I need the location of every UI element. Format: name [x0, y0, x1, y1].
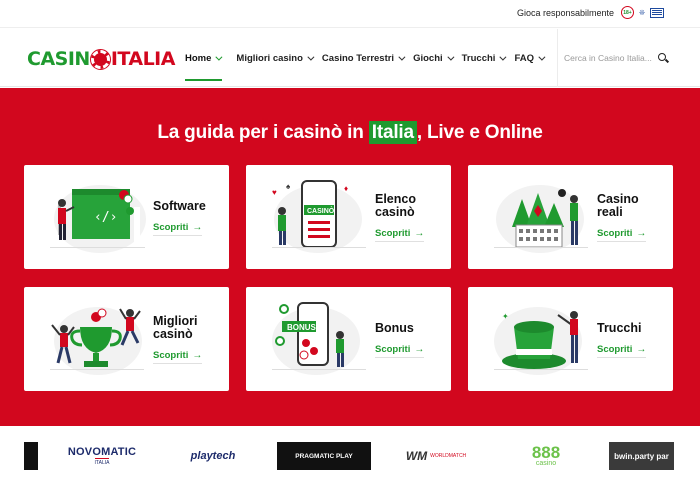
partner-name: bwin.party par — [614, 451, 669, 461]
logo-text-right: ITALIA — [110, 48, 176, 70]
cta-label: Scopriti — [597, 344, 633, 355]
chevron-down-icon — [307, 53, 315, 61]
arrow-right-icon: → — [192, 222, 203, 233]
site-header: CASIN ITALIA Home Migliori casino Casino… — [0, 29, 700, 87]
partner-sub: WORLDMATCH — [430, 453, 467, 459]
site-logo[interactable]: CASIN ITALIA — [27, 48, 175, 70]
partner-logo-pragmatic[interactable]: PRAGMATIC PLAY — [277, 442, 371, 470]
partner-logo-playtech[interactable]: playtech — [183, 442, 243, 470]
card-trucchi[interactable]: ✦ Trucchi Scopriti → — [468, 287, 673, 391]
cta-label: Scopriti — [375, 344, 411, 355]
card-bonus[interactable]: BONUS Bonus Scopriti → — [246, 287, 451, 391]
adm-badge-icon[interactable]: ❊ — [637, 7, 647, 19]
regulator-badge-icon[interactable] — [650, 7, 664, 18]
nav-faq[interactable]: FAQ — [509, 29, 548, 87]
svg-text:♠: ♠ — [286, 182, 291, 191]
age-18-badge[interactable]: 18+ — [621, 6, 634, 19]
cta-label: Scopriti — [153, 350, 189, 361]
svg-text:♥: ♥ — [272, 188, 277, 197]
partner-name: 888 — [531, 443, 561, 462]
nav-faq-label: FAQ — [514, 52, 534, 64]
svg-text:♦: ♦ — [344, 184, 348, 193]
top-utility-bar: Gioca responsabilmente 18+ ❊ — [0, 0, 700, 28]
chevron-down-icon — [398, 53, 406, 61]
card-title: Software — [153, 199, 206, 213]
card-cta-link[interactable]: Scopriti → — [375, 228, 425, 242]
card-title: Bonus — [375, 321, 414, 335]
cta-label: Scopriti — [375, 228, 411, 239]
card-cta-link[interactable]: Scopriti → — [153, 350, 203, 364]
nav-giochi[interactable]: Giochi — [408, 29, 457, 87]
search-box — [557, 29, 700, 87]
card-elenco-casino[interactable]: CASINÒ ♥ ♠ ♦ Elenco casinò Scopriti → — [246, 165, 451, 269]
nav-migliori-casino-label: Migliori casino — [236, 52, 303, 64]
partner-name: playtech — [190, 450, 236, 462]
card-software[interactable]: ‹/› Software Scopriti → — [24, 165, 229, 269]
partner-sub: ITALIA — [94, 458, 110, 466]
search-input[interactable] — [564, 53, 656, 63]
chevron-down-icon — [215, 53, 223, 61]
card-cta-link[interactable]: Scopriti → — [597, 228, 647, 242]
card-title: Migliori casinò — [153, 314, 198, 341]
chevron-down-icon — [499, 53, 507, 61]
bonus-illustration-icon: BONUS — [272, 302, 366, 375]
card-title: Elenco casinò — [375, 192, 416, 219]
card-casino-reali[interactable]: Casino reali Scopriti → — [468, 165, 673, 269]
partner-name: WM — [405, 449, 428, 463]
arrow-right-icon: → — [414, 228, 425, 239]
partner-logo-worldmatch[interactable]: WM WORLDMATCH — [400, 442, 472, 470]
svg-text:✦: ✦ — [502, 312, 509, 321]
hero-title-part: , Live e Online — [416, 122, 543, 143]
hero-section: La guida per i casinò in Italia, Live e … — [0, 88, 700, 426]
cta-label: Scopriti — [597, 228, 633, 239]
search-icon[interactable] — [658, 53, 666, 61]
arrow-right-icon: → — [192, 350, 203, 361]
arrow-right-icon: → — [414, 344, 425, 355]
arrow-right-icon: → — [636, 228, 647, 239]
nav-trucchi-label: Trucchi — [461, 52, 496, 64]
card-cta-link[interactable]: Scopriti → — [153, 222, 203, 236]
svg-text:BONUS: BONUS — [287, 323, 317, 332]
software-illustration-icon: ‹/› — [50, 185, 146, 253]
nav-casino-terrestri[interactable]: Casino Terrestri — [317, 29, 408, 87]
arrow-right-icon: → — [636, 344, 647, 355]
hero-title-highlight: Italia — [368, 121, 417, 144]
svg-text:CASINÒ: CASINÒ — [307, 206, 335, 215]
nav-home-label: Home — [185, 52, 212, 64]
logo-text-left: CASIN — [27, 48, 90, 70]
partner-sub: casino — [535, 460, 557, 467]
partner-logo-edge[interactable] — [24, 442, 38, 470]
magic-hat-illustration-icon: ✦ — [494, 307, 588, 375]
card-title: Trucchi — [597, 321, 642, 335]
casino-list-illustration-icon: CASINÒ ♥ ♠ ♦ — [272, 180, 366, 253]
main-nav: Home Migliori casino Casino Terrestri Gi… — [180, 29, 548, 87]
responsible-gaming-link[interactable]: Gioca responsabilmente — [517, 8, 614, 18]
nav-giochi-label: Giochi — [413, 52, 443, 64]
card-title: Casino reali — [597, 192, 639, 219]
partner-logo-888[interactable]: 888 casino — [526, 442, 566, 470]
nav-trucchi[interactable]: Trucchi — [457, 29, 510, 87]
card-cta-link[interactable]: Scopriti → — [375, 344, 425, 358]
trophy-illustration-icon — [50, 307, 144, 375]
partner-logo-novomatic[interactable]: NOVOMATIC ITALIA — [64, 442, 140, 470]
card-cta-link[interactable]: Scopriti → — [597, 344, 647, 358]
nav-casino-terrestri-label: Casino Terrestri — [321, 52, 395, 64]
chevron-down-icon — [447, 53, 455, 61]
nav-migliori-casino[interactable]: Migliori casino — [231, 29, 317, 87]
svg-text:‹/›: ‹/› — [94, 210, 117, 225]
nav-home[interactable]: Home — [180, 29, 225, 87]
chevron-down-icon — [538, 53, 546, 61]
responsible-gaming-badges: 18+ ❊ — [621, 6, 664, 19]
partner-name: NOVOMATIC — [67, 446, 137, 458]
hero-title-part: La guida per i casinò in — [157, 122, 369, 143]
hero-title: La guida per i casinò in Italia, Live e … — [0, 121, 700, 144]
cta-label: Scopriti — [153, 222, 189, 233]
real-casino-illustration-icon — [494, 185, 588, 253]
partner-logo-bwin-party[interactable]: bwin.party par — [609, 442, 674, 470]
card-migliori-casino[interactable]: Migliori casinò Scopriti → — [24, 287, 229, 391]
casino-chip-icon — [89, 48, 111, 70]
partners-strip: NOVOMATIC ITALIA playtech PRAGMATIC PLAY… — [0, 426, 700, 484]
partner-name: PRAGMATIC PLAY — [295, 452, 353, 460]
